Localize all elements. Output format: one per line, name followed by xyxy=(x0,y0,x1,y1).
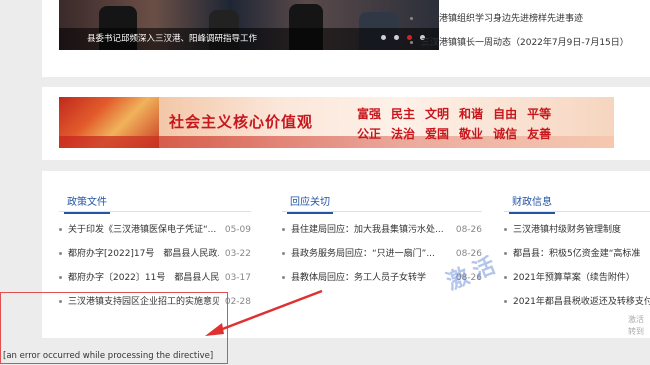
value-word: 富强 xyxy=(357,107,382,121)
news-item[interactable]: 三汊港镇组织学习身边先进榜样先进事迹 xyxy=(410,8,629,32)
list-item[interactable]: 县住建局回应：加大我县集镇污水处... 08-26 xyxy=(282,218,482,242)
value-word: 公正 xyxy=(357,127,382,141)
values-row-1: 富强 民主 文明 和谐 自由 平等 xyxy=(357,105,551,122)
column-list: 三汊港镇村级财务管理制度 都昌县：积极5亿资金建“高标准 2021年预算草案（续… xyxy=(504,218,650,314)
value-word: 敬业 xyxy=(459,127,484,141)
value-word: 法治 xyxy=(391,127,416,141)
list-item[interactable]: 2021年预算草案（续告附件） xyxy=(504,266,650,290)
column-header: 财政信息 xyxy=(504,189,650,214)
item-title[interactable]: 都府办字〔2022〕11号 都昌县人民... xyxy=(59,266,219,290)
column-title[interactable]: 回应关切 xyxy=(287,193,333,214)
value-word: 诚信 xyxy=(493,127,518,141)
column-finance: 财政信息 三汊港镇村级财务管理制度 都昌县：积极5亿资金建“高标准 2021年预… xyxy=(504,189,650,314)
item-title[interactable]: 2021年都昌县税收返还及转移支付 xyxy=(504,290,650,314)
slider-dot[interactable] xyxy=(394,35,399,40)
list-item[interactable]: 都府办字[2022]17号 都昌县人民政... 03-22 xyxy=(59,242,251,266)
column-header: 回应关切 xyxy=(282,189,482,214)
values-row-2: 公正 法治 爱国 敬业 诚信 友善 xyxy=(357,125,551,142)
column-header: 政策文件 xyxy=(59,189,251,214)
item-title[interactable]: 都府办字[2022]17号 都昌县人民政... xyxy=(59,242,219,266)
banner-title: 社会主义核心价值观 xyxy=(169,113,314,131)
item-title[interactable]: 都昌县：积极5亿资金建“高标准 xyxy=(504,242,640,266)
value-word: 平等 xyxy=(527,107,552,121)
item-date: 03-22 xyxy=(224,249,251,259)
news-list: 三汊港镇组织学习身边先进榜样先进事迹 三汊港镇镇长一周动态（2022年7月9日-… xyxy=(410,8,629,56)
item-title[interactable]: 关于印发《三汊港镇医保电子凭证“... xyxy=(59,218,216,242)
slider-caption[interactable]: 县委书记邱频深入三汊港、阳峰调研指导工作 xyxy=(87,32,257,44)
column-title[interactable]: 财政信息 xyxy=(509,193,555,214)
item-title[interactable]: 2021年预算草案（续告附件） xyxy=(504,266,635,290)
value-word: 和谐 xyxy=(459,107,484,121)
slider-dot[interactable] xyxy=(381,35,386,40)
list-item[interactable]: 2021年都昌县税收返还及转移支付 xyxy=(504,290,650,314)
item-date: 03-17 xyxy=(224,273,251,283)
core-values-banner[interactable]: 社会主义核心价值观 富强 民主 文明 和谐 自由 平等 公正 法治 爱国 敬业 … xyxy=(59,97,614,148)
top-card: 县委书记邱频深入三汊港、阳峰调研指导工作 三汊港镇组织学习身边先进榜样先进事迹 … xyxy=(42,0,650,77)
column-title[interactable]: 政策文件 xyxy=(64,193,110,214)
item-date: 08-26 xyxy=(455,225,482,235)
list-item[interactable]: 三汊港镇村级财务管理制度 xyxy=(504,218,650,242)
error-highlight-box: [an error occurred while processing the … xyxy=(0,292,228,364)
value-word: 自由 xyxy=(493,107,518,121)
value-word: 文明 xyxy=(425,107,450,121)
item-date: 02-28 xyxy=(224,297,251,307)
image-slider[interactable]: 县委书记邱频深入三汊港、阳峰调研指导工作 xyxy=(59,0,439,50)
item-date: 05-09 xyxy=(224,225,251,235)
banner-card: 社会主义核心价值观 富强 民主 文明 和谐 自由 平等 公正 法治 爱国 敬业 … xyxy=(42,87,650,160)
item-title[interactable]: 县教体局回应：务工人员子女转学 xyxy=(282,266,426,290)
value-word: 民主 xyxy=(391,107,416,121)
item-title[interactable]: 三汊港镇村级财务管理制度 xyxy=(504,218,621,242)
list-item[interactable]: 关于印发《三汊港镇医保电子凭证“... 05-09 xyxy=(59,218,251,242)
error-message: [an error occurred while processing the … xyxy=(3,351,214,361)
list-item[interactable]: 都昌县：积极5亿资金建“高标准 xyxy=(504,242,650,266)
value-word: 爱国 xyxy=(425,127,450,141)
value-word: 友善 xyxy=(527,127,552,141)
item-title[interactable]: 县住建局回应：加大我县集镇污水处... xyxy=(282,218,444,242)
side-activation-text: 激活 转到 xyxy=(628,315,644,336)
item-title[interactable]: 县政务服务局回应：“只进一扇门”... xyxy=(282,242,435,266)
news-item[interactable]: 三汊港镇镇长一周动态（2022年7月9日-7月15日） xyxy=(410,32,629,56)
list-item[interactable]: 都府办字〔2022〕11号 都昌县人民... 03-17 xyxy=(59,266,251,290)
